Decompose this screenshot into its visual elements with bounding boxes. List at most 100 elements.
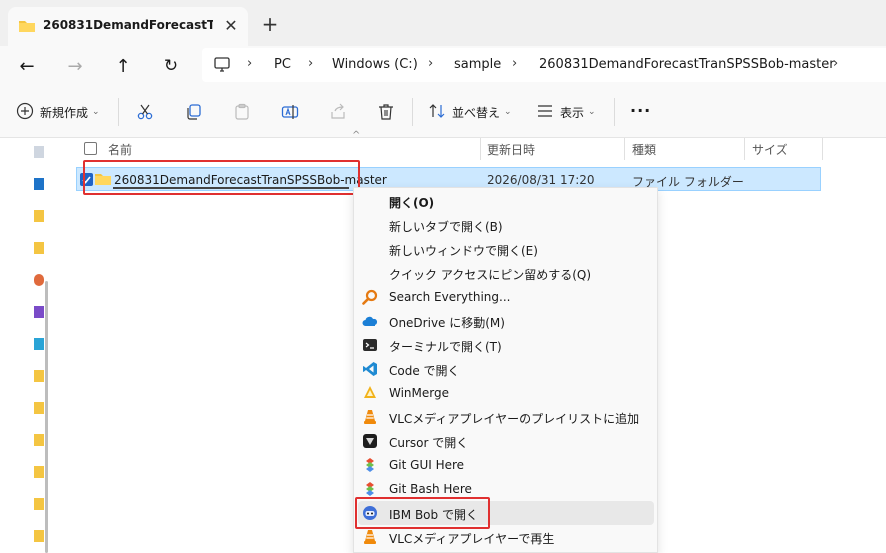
- folder-icon[interactable]: [34, 434, 44, 446]
- menu-item-label: VLCメディアプレイヤーで再生: [389, 532, 555, 546]
- column-divider[interactable]: [624, 138, 625, 160]
- highlight-box: [355, 497, 490, 529]
- folder-icon[interactable]: [34, 370, 44, 382]
- paste-icon[interactable]: [233, 103, 251, 124]
- menu-item-label: 開く(O): [389, 196, 435, 210]
- sort-icon: [428, 102, 446, 123]
- monitor-icon: [214, 57, 230, 75]
- menu-item-code[interactable]: Code で開く: [354, 357, 657, 381]
- column-modified[interactable]: 更新日時: [487, 141, 535, 158]
- share-icon[interactable]: [329, 103, 347, 124]
- folder-icon[interactable]: [34, 466, 44, 478]
- menu-item-pin-quick-access[interactable]: クイック アクセスにピン留めする(Q): [354, 261, 657, 285]
- menu-item-onedrive[interactable]: OneDrive に移動(M): [354, 309, 657, 333]
- breadcrumb-separator: ›: [308, 56, 314, 71]
- sort-label: 並べ替え: [452, 105, 501, 120]
- more-options-button[interactable]: ···: [630, 101, 651, 120]
- column-name[interactable]: 名前: [108, 141, 132, 158]
- command-bar: 新規作成 ⌄ 並べ替え ⌄ 表示 ⌄ ···: [0, 86, 886, 138]
- folder-icon: [18, 19, 36, 36]
- explorer-tab[interactable]: 260831DemandForecastTranSPSSBob-master ✕: [8, 7, 248, 46]
- breadcrumb-sample[interactable]: sample: [454, 57, 501, 72]
- vscode-icon: [362, 361, 378, 377]
- column-type[interactable]: 種類: [632, 141, 656, 158]
- menu-item-terminal[interactable]: ターミナルで開く(T): [354, 333, 657, 357]
- forward-button[interactable]: →: [62, 54, 88, 78]
- navigation-pane: [0, 138, 56, 553]
- view-label: 表示: [560, 105, 585, 120]
- vlc-icon: [362, 409, 378, 425]
- folder-icon[interactable]: [34, 242, 44, 254]
- title-tab-bar: 260831DemandForecastTranSPSSBob-master ✕…: [0, 0, 886, 46]
- menu-item-search-everything[interactable]: Search Everything...: [354, 285, 657, 309]
- view-button[interactable]: 表示 ⌄: [536, 101, 596, 123]
- column-divider[interactable]: [822, 138, 823, 160]
- row-modified: 2026/08/31 17:20: [487, 173, 595, 187]
- menu-item-label: Code で開く: [389, 364, 460, 378]
- menu-item-label: Search Everything...: [389, 290, 511, 304]
- nav-pane-item-icon[interactable]: [34, 274, 44, 286]
- new-tab-button[interactable]: +: [258, 14, 282, 36]
- folder-icon[interactable]: [34, 498, 44, 510]
- folder-icon[interactable]: [34, 530, 44, 542]
- cut-icon[interactable]: [136, 103, 154, 124]
- tab-close-button[interactable]: ✕: [220, 15, 242, 37]
- sort-button[interactable]: 並べ替え ⌄: [428, 101, 512, 123]
- navigation-bar: ← → ↑ ↻ › PC › Windows (C:) › sample › 2…: [0, 46, 886, 86]
- terminal-icon: [362, 337, 378, 353]
- breadcrumb-pc[interactable]: PC: [274, 57, 291, 72]
- git-icon: [362, 481, 378, 497]
- plus-circle-icon: [16, 102, 34, 123]
- menu-item-label: VLCメディアプレイヤーのプレイリストに追加: [389, 412, 640, 426]
- sort-indicator-icon: ^: [352, 130, 361, 141]
- divider: [118, 98, 119, 126]
- nav-pane-item-icon[interactable]: [34, 338, 44, 350]
- chevron-down-icon: ⌄: [92, 107, 100, 117]
- divider: [614, 98, 615, 126]
- menu-item-label: 新しいタブで開く(B): [389, 220, 503, 234]
- address-bar[interactable]: › PC › Windows (C:) › sample › 260831Dem…: [202, 48, 886, 82]
- menu-item-open[interactable]: 開く(O): [354, 189, 657, 213]
- column-divider[interactable]: [480, 138, 481, 160]
- menu-item-vlc-playlist[interactable]: VLCメディアプレイヤーのプレイリストに追加: [354, 405, 657, 429]
- nav-pane-item-icon[interactable]: [34, 306, 44, 318]
- breadcrumb-drive[interactable]: Windows (C:): [332, 57, 418, 72]
- nav-pane-scrollbar[interactable]: [45, 281, 48, 553]
- column-divider[interactable]: [744, 138, 745, 160]
- vlc-icon: [362, 529, 378, 545]
- up-button[interactable]: ↑: [110, 54, 136, 78]
- winmerge-icon: [362, 385, 378, 401]
- delete-icon[interactable]: [377, 103, 395, 124]
- breadcrumb-separator: ›: [833, 56, 839, 71]
- menu-item-git-gui[interactable]: Git GUI Here: [354, 453, 657, 477]
- refresh-button[interactable]: ↻: [158, 54, 184, 78]
- rename-icon[interactable]: [281, 103, 299, 124]
- copy-icon[interactable]: [185, 103, 203, 124]
- tab-label: 260831DemandForecastTranSPSSBob-master: [43, 18, 213, 32]
- menu-item-open-new-window[interactable]: 新しいウィンドウで開く(E): [354, 237, 657, 261]
- divider: [412, 98, 413, 126]
- menu-item-label: 新しいウィンドウで開く(E): [389, 244, 538, 258]
- breadcrumb-separator: ›: [247, 56, 253, 71]
- chevron-down-icon: ⌄: [588, 107, 596, 117]
- column-header: ^ 名前 更新日時 種類 サイズ: [76, 130, 824, 160]
- menu-item-winmerge[interactable]: WinMerge: [354, 381, 657, 405]
- breadcrumb-folder[interactable]: 260831DemandForecastTranSPSSBob-master: [539, 57, 835, 72]
- column-size[interactable]: サイズ: [752, 141, 788, 158]
- nav-pane-item-icon[interactable]: [34, 178, 44, 190]
- onedrive-icon: [362, 313, 378, 329]
- folder-icon[interactable]: [34, 402, 44, 414]
- menu-item-label: ターミナルで開く(T): [389, 340, 502, 354]
- menu-item-open-new-tab[interactable]: 新しいタブで開く(B): [354, 213, 657, 237]
- folder-icon[interactable]: [34, 210, 44, 222]
- cursor-icon: [362, 433, 378, 449]
- select-all-checkbox[interactable]: [84, 142, 97, 155]
- menu-item-cursor[interactable]: Cursor で開く: [354, 429, 657, 453]
- back-button[interactable]: ←: [14, 54, 40, 78]
- new-button[interactable]: 新規作成 ⌄: [16, 101, 100, 123]
- breadcrumb-separator: ›: [428, 56, 434, 71]
- menu-item-label: OneDrive に移動(M): [389, 316, 505, 330]
- nav-pane-item-icon[interactable]: [34, 146, 44, 158]
- menu-item-label: WinMerge: [389, 386, 449, 400]
- highlight-box: [83, 160, 360, 195]
